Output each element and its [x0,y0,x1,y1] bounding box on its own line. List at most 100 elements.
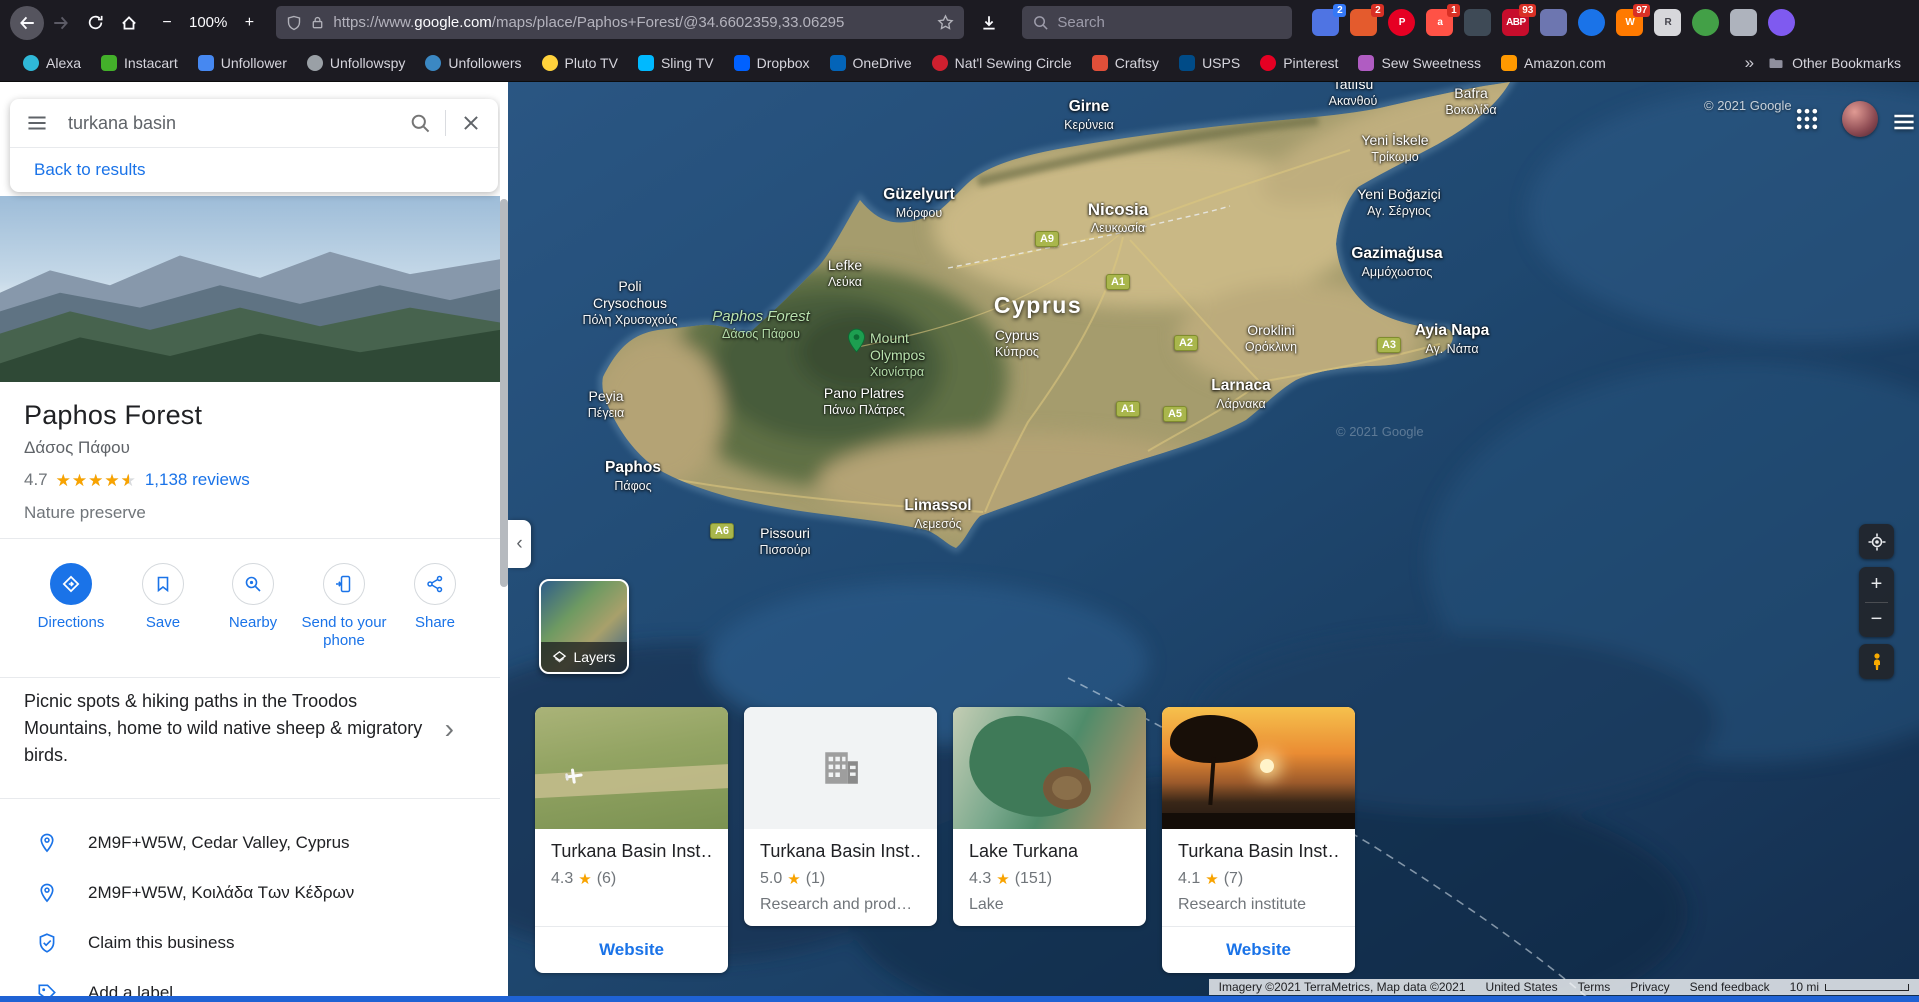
bookmark-item[interactable]: Sling TV [629,51,723,75]
leaf-extension-icon[interactable] [1692,9,1720,36]
maps-search-input[interactable] [68,112,405,134]
place-description-row[interactable]: Picnic spots & hiking paths in the Trood… [24,688,454,769]
scale-ruler [1825,983,1909,991]
browser-extension-icon[interactable] [1730,9,1758,36]
park-marker-icon[interactable] [847,328,866,358]
menu-icon[interactable] [26,112,48,134]
bookmark-item[interactable]: USPS [1170,51,1249,75]
tracking-shield-icon[interactable] [286,15,302,31]
bookmark-item[interactable]: Unfollower [189,51,296,75]
photo-layer [1162,813,1355,829]
map-pin-extension-icon[interactable] [1578,9,1606,36]
bookmark-item[interactable]: Craftsy [1083,51,1168,75]
browser-search-bar[interactable] [1022,6,1293,39]
place-photo[interactable] [0,196,500,382]
browser-extension-icon[interactable] [1768,9,1796,36]
bookmark-item[interactable]: Instacart [92,51,187,75]
scrollbar-thumb[interactable] [500,199,508,587]
bookmark-star-icon[interactable] [937,14,954,31]
bookmark-favicon [1091,55,1108,71]
website-button[interactable]: Website [1162,926,1355,973]
result-photo-placeholder [744,707,937,829]
map-zoom-out-button[interactable]: − [1859,603,1894,638]
result-card[interactable]: Turkana Basin Inst… 4.3 ★ (6) Website [535,707,728,973]
bookmark-item[interactable]: Alexa [14,51,90,75]
browser-extension-icon[interactable]: W 97 [1616,4,1651,36]
bookmark-favicon [1501,55,1518,71]
bookmark-favicon [931,55,948,71]
place-description: Picnic spots & hiking paths in the Trood… [24,691,423,765]
adblock-extension-icon[interactable]: ABP 93 [1502,4,1537,36]
pinterest-extension-icon[interactable]: P [1388,9,1416,36]
browser-extension-icon[interactable]: R [1654,9,1682,36]
reviews-link[interactable]: 1,138 reviews [145,470,250,490]
directions-button[interactable]: Directions [25,563,117,632]
rating-row: 4.7 ★★★★★★★★★★ 1,138 reviews [24,470,250,490]
home-button[interactable] [112,6,146,40]
terms-link[interactable]: Terms [1578,980,1611,994]
star-rating: ★★★★★★★★★★ [55,470,137,490]
bookmark-item[interactable]: Unfollowers [416,51,530,75]
bookmark-item[interactable]: Sew Sweetness [1349,51,1490,75]
address-row[interactable]: 2M9F+W5W, Κοιλάδα Των Κέδρων [0,868,500,918]
result-card[interactable]: Lake Turkana 4.3 ★ (151) Lake [953,707,1146,926]
search-icon[interactable] [409,112,431,134]
bookmark-item[interactable]: Unfollowspy [298,51,414,75]
downloads-button[interactable] [972,6,1006,40]
claim-business-row[interactable]: Claim this business [0,918,500,968]
back-to-results-link[interactable]: Back to results [10,147,498,192]
reload-button[interactable] [78,6,112,40]
pegman-street-view[interactable] [1859,644,1894,679]
collapse-panel-arrow[interactable]: ‹ [508,520,531,568]
bookmark-item[interactable]: OneDrive [821,51,921,75]
my-location-button[interactable] [1859,524,1894,559]
bookmarks-overflow-chevron[interactable]: » [1733,53,1766,73]
bookmark-item[interactable]: Nat'l Sewing Circle [923,51,1081,75]
privacy-link[interactable]: Privacy [1630,980,1669,994]
browser-extension-icon[interactable]: 2 [1350,4,1385,36]
nearby-button[interactable]: Nearby [207,563,299,632]
road-badge: A1 [1115,401,1141,417]
browser-extension-icon[interactable]: 2 [1312,4,1347,36]
account-avatar[interactable] [1842,101,1878,137]
bookmark-item[interactable]: Amazon.com [1492,51,1615,75]
browser-extension-icon[interactable] [1540,9,1568,36]
close-search-icon[interactable] [460,112,482,134]
google-apps-grid-icon[interactable] [1794,106,1820,137]
map-canvas[interactable]: Tatlısu Ακανθού Bafra Βοκολίδα Girne Κερύνε… [508,82,1919,1002]
other-bookmarks-folder[interactable]: Other Bookmarks [1768,55,1905,71]
zoom-out-button[interactable]: − [154,6,180,40]
save-button[interactable]: Save [117,563,209,632]
address-row[interactable]: 2M9F+W5W, Cedar Valley, Cyprus [0,818,500,868]
results-rail: Turkana Basin Inst… 4.3 ★ (6) Website Turk… [535,707,1355,973]
send-feedback-link[interactable]: Send feedback [1690,980,1770,994]
layers-control[interactable]: Layers [539,579,629,674]
address-bar[interactable]: https://www.google.com/maps/place/Paphos… [276,6,965,39]
zoom-level[interactable]: 100% [182,14,234,31]
website-button[interactable]: Website [535,926,728,973]
forward-button[interactable] [44,6,78,40]
bookmark-item[interactable]: Pluto TV [533,51,627,75]
menu-icon[interactable] [1892,110,1916,139]
place-name: Paphos Forest [24,400,203,430]
lock-icon[interactable] [310,15,325,30]
map-zoom-in-button[interactable]: + [1859,567,1894,602]
zoom-in-button[interactable]: + [236,6,262,40]
bookmark-favicon [829,55,846,71]
result-card[interactable]: Turkana Basin Inst… 5.0 ★ (1) Research and… [744,707,937,926]
send-to-phone-button[interactable]: Send to your phone [298,563,390,650]
divider [0,798,500,799]
action-buttons: Directions Save Nearby Send to your phon… [0,539,500,677]
result-card[interactable]: Turkana Basin Inst… 4.1 ★ (7) Research ins… [1162,707,1355,973]
place-category[interactable]: Nature preserve [24,503,146,523]
bookmark-item[interactable]: Dropbox [725,51,819,75]
divider [445,110,446,136]
panel-scrollbar[interactable] [500,82,508,1002]
back-button[interactable] [10,5,44,40]
browser-extension-icon[interactable]: a1 [1426,4,1461,36]
browser-extension-icon[interactable] [1464,9,1492,36]
browser-search-input[interactable] [1057,14,1283,31]
share-button[interactable]: Share [389,563,481,632]
bookmark-item[interactable]: Pinterest [1251,51,1347,75]
road-badge: A3 [1376,337,1402,353]
